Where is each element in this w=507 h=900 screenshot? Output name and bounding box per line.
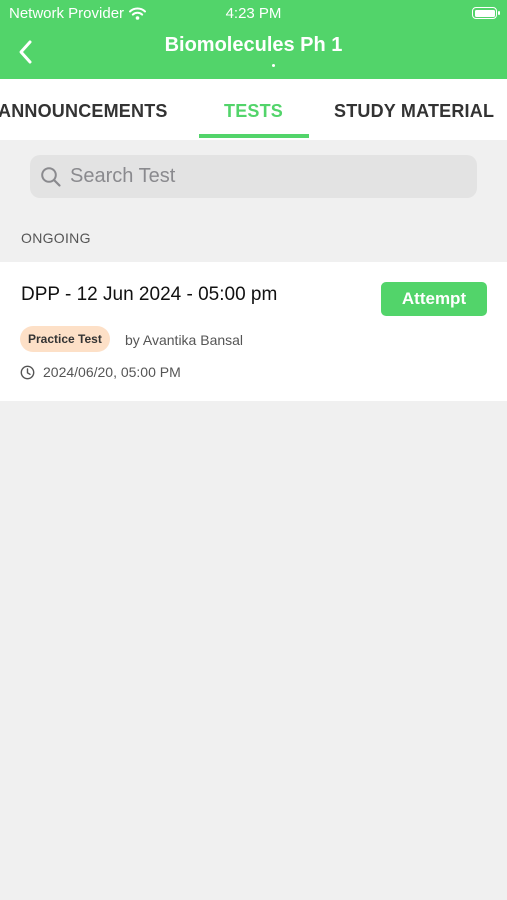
test-card[interactable]: DPP - 12 Jun 2024 - 05:00 pm Attempt Pra… <box>0 262 507 401</box>
search-bar[interactable] <box>30 155 477 198</box>
tab-study-material[interactable]: STUDY MATERIAL <box>334 101 494 122</box>
test-title: DPP - 12 Jun 2024 - 05:00 pm <box>21 284 278 305</box>
search-icon <box>41 166 61 187</box>
title-indicator-dot <box>272 64 275 67</box>
test-schedule: 2024/06/20, 05:00 PM <box>20 364 181 380</box>
active-tab-indicator <box>199 134 309 138</box>
page-title: Biomolecules Ph 1 <box>164 34 343 56</box>
clock-icon <box>20 365 35 379</box>
app-header: Network Provider 4:23 PM Biomolecules Ph… <box>0 0 507 79</box>
tab-announcements[interactable]: ANNOUNCEMENTS <box>0 101 168 122</box>
status-bar: Network Provider 4:23 PM <box>0 0 507 26</box>
section-label-ongoing: ONGOING <box>21 230 91 246</box>
test-type-badge: Practice Test <box>20 326 110 352</box>
attempt-button[interactable]: Attempt <box>381 282 487 316</box>
test-schedule-text: 2024/06/20, 05:00 PM <box>43 364 181 380</box>
navigation-bar: Biomolecules Ph 1 <box>0 26 507 79</box>
battery-icon <box>472 7 500 19</box>
test-author: by Avantika Bansal <box>125 332 244 348</box>
status-time: 4:23 PM <box>225 5 282 22</box>
tab-bar: ANNOUNCEMENTS TESTS STUDY MATERIAL <box>0 79 507 140</box>
tab-tests[interactable]: TESTS <box>224 101 283 122</box>
search-input[interactable] <box>68 164 452 189</box>
